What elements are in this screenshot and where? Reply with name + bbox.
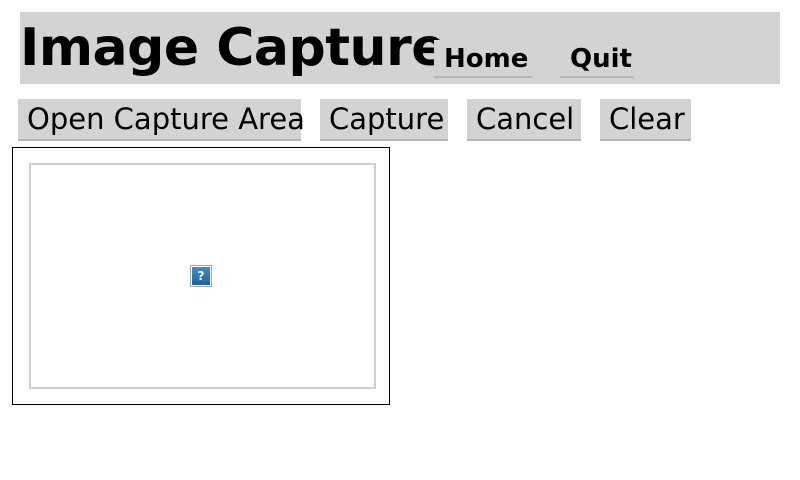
capture-button[interactable]: Capture	[320, 99, 448, 141]
cancel-button[interactable]: Cancel	[467, 99, 581, 141]
capture-preview-area: ?	[29, 163, 376, 389]
quit-button[interactable]: Quit	[560, 40, 634, 78]
page-title: Image Capture	[20, 18, 446, 78]
home-button[interactable]: Home	[434, 40, 532, 78]
clear-button[interactable]: Clear	[600, 99, 691, 141]
open-capture-area-button[interactable]: Open Capture Area	[18, 99, 305, 141]
capture-frame: ?	[12, 147, 390, 405]
app-header: Image Capture Home Quit	[20, 12, 780, 84]
broken-image-glyph: ?	[192, 267, 210, 285]
broken-image-icon: ?	[190, 265, 212, 287]
